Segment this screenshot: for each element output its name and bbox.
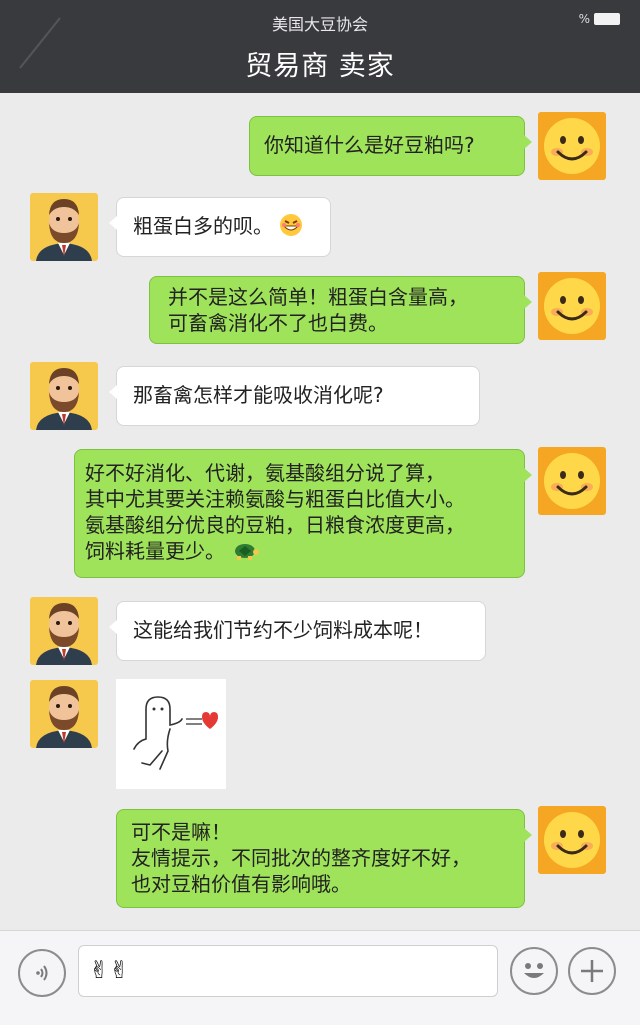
message-text: 并不是这么简单！粗蛋白含量高，	[168, 285, 468, 309]
message-text: 其中尤其要关注赖氨酸与粗蛋白比值大小。	[85, 487, 465, 511]
battery-percent: %	[578, 12, 590, 26]
message-text: 可不是嘛！	[131, 820, 231, 844]
cartoon-heart-sticker[interactable]	[116, 679, 226, 789]
self-avatar[interactable]	[538, 272, 606, 340]
message-text: 粗蛋白多的呗。	[133, 213, 314, 239]
contact-avatar[interactable]	[30, 597, 98, 665]
message-input[interactable]: ✌✌	[78, 945, 498, 997]
voice-button[interactable]	[18, 949, 66, 997]
grin-emoji	[280, 214, 303, 236]
message-text: 也对豆粕价值有影响哦。	[131, 872, 351, 896]
voice-icon	[36, 965, 48, 981]
turtle-emoji	[235, 544, 260, 560]
message-bubble[interactable]: 那畜禽怎样才能吸收消化呢?	[109, 366, 480, 426]
self-avatar[interactable]	[538, 447, 606, 515]
message-text: 这能给我们节约不少饲料成本呢！	[133, 618, 433, 642]
message-text: 好不好消化、代谢，氨基酸组分说了算，	[85, 461, 445, 485]
sticker-image	[133, 696, 218, 770]
message-bubble[interactable]: 这能给我们节约不少饲料成本呢！	[109, 601, 486, 661]
chat-title: 贸易商 卖家	[245, 51, 395, 82]
contact-avatar[interactable]	[30, 680, 98, 748]
emoji-button[interactable]	[510, 947, 558, 995]
message-bubble[interactable]: 并不是这么简单！粗蛋白含量高， 可畜禽消化不了也白费。	[149, 276, 532, 344]
message-bubble[interactable]: 可不是嘛！ 友情提示，不同批次的整齐度好不好， 也对豆粕价值有影响哦。	[116, 809, 532, 908]
self-avatar[interactable]	[538, 806, 606, 874]
message-text: 你知道什么是好豆粕吗?	[264, 133, 475, 157]
smiley-icon	[524, 963, 544, 978]
message-text: 友情提示，不同批次的整齐度好不好，	[131, 846, 471, 870]
input-bar: ✌✌	[0, 930, 640, 1025]
self-avatar[interactable]	[538, 112, 606, 180]
message-text: 可畜禽消化不了也白费。	[168, 311, 388, 335]
contact-avatar[interactable]	[30, 362, 98, 430]
battery-icon	[594, 13, 620, 25]
add-button[interactable]	[568, 947, 616, 995]
message-text: 那畜禽怎样才能吸收消化呢?	[133, 383, 384, 407]
chat-header: 美国大豆协会 % 贸易商 卖家	[0, 0, 640, 93]
status-battery: %	[579, 12, 620, 26]
contact-avatar[interactable]	[30, 193, 98, 261]
message-bubble[interactable]: 粗蛋白多的呗。	[109, 197, 331, 257]
plus-icon	[581, 960, 603, 982]
message-bubble[interactable]: 你知道什么是好豆粕吗?	[249, 116, 532, 176]
status-bar-title: 美国大豆协会	[271, 15, 368, 34]
message-bubble[interactable]: 好不好消化、代谢，氨基酸组分说了算， 其中尤其要关注赖氨酸与粗蛋白比值大小。 氨…	[74, 449, 532, 578]
message-text: 饲料耗量更少。	[85, 538, 514, 564]
message-text: 氨基酸组分优良的豆粕，日粮食浓度更高，	[85, 513, 465, 537]
